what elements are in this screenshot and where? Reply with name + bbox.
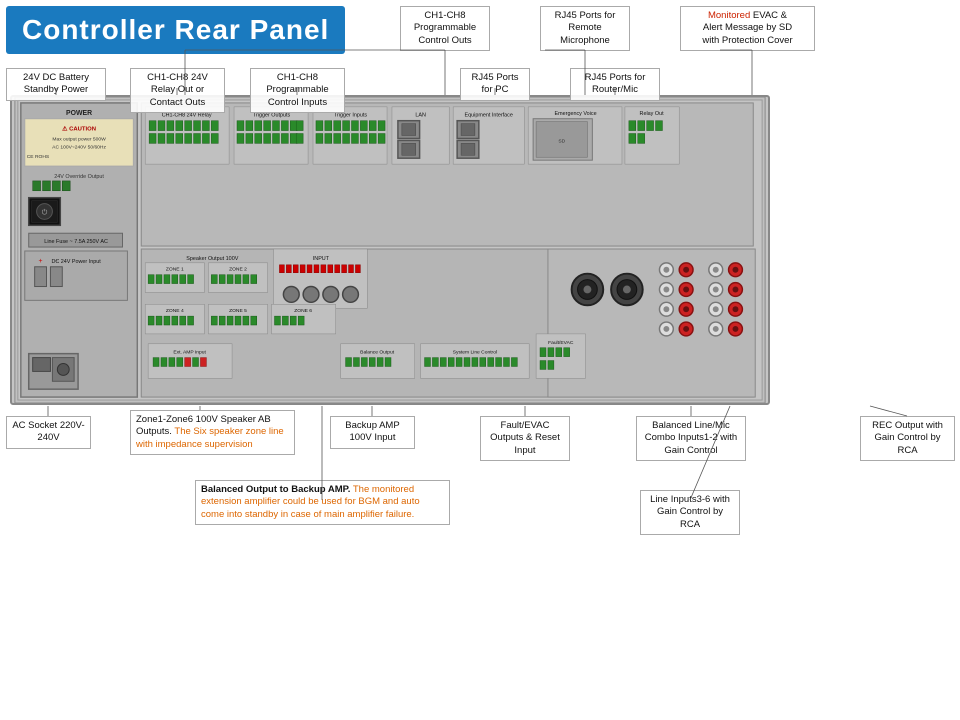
svg-text:System Line Control: System Line Control [453,350,497,356]
svg-text:AC 100V~240V 50/60Hz: AC 100V~240V 50/60Hz [52,144,106,150]
annotation-monitored-evac: Monitored EVAC &Alert Message by SDwith … [680,6,815,51]
svg-text:⏻: ⏻ [42,208,48,216]
annotation-24v-battery: 24V DC Battery Standby Power [6,68,106,101]
annotation-rec: REC Output with Gain Control by RCA [860,416,955,461]
panel-image: POWER ⚠ CAUTION Max output power 500W AC… [10,95,770,405]
page-title: Controller Rear Panel [22,14,329,45]
annotation-ch1-ch8-prog-outs: CH1-CH8 Programmable Control Outs [400,6,490,51]
title-box: Controller Rear Panel [6,6,345,54]
svg-text:ZONE 1: ZONE 1 [166,267,184,273]
svg-text:Equipment Interface: Equipment Interface [465,113,513,119]
annotation-line-inputs: Line Inputs3-6 with Gain Control by RCA [640,490,740,535]
svg-text:ZONE 4: ZONE 4 [166,308,184,314]
svg-text:Balance Output: Balance Output [360,350,395,356]
annotation-zone1-6: Zone1-Zone6 100V Speaker AB Outputs. The… [130,410,295,455]
svg-text:POWER: POWER [66,110,92,117]
annotation-fault-evac: Fault/EVAC Outputs & Reset Input [480,416,570,461]
annotation-rj45-router: RJ45 Ports for Router/Mic [570,68,660,101]
svg-text:ZONE 5: ZONE 5 [229,308,247,314]
svg-text:⚠ CAUTION: ⚠ CAUTION [62,126,96,133]
annotation-balanced: Balanced Line/Mic Combo Inputs1-2 with G… [636,416,746,461]
svg-text:INPUT: INPUT [313,256,330,262]
svg-text:Emergency Voice: Emergency Voice [555,111,597,117]
svg-text:SD: SD [558,138,565,144]
svg-text:Relay Out: Relay Out [640,111,665,117]
svg-text:24V Override Output: 24V Override Output [54,174,104,180]
monitored-label: Monitored [708,10,750,21]
annotation-balanced-output-detail: Balanced Output to Backup AMP. The monit… [195,480,450,525]
svg-text:Max output power 500W: Max output power 500W [52,136,106,142]
svg-text:CH1-CH8 24V Relay: CH1-CH8 24V Relay [162,113,212,119]
svg-text:Speaker Output 100V: Speaker Output 100V [186,256,238,262]
svg-text:Trigger Inputs: Trigger Inputs [334,113,367,119]
svg-text:ZONE 6: ZONE 6 [294,308,312,314]
annotation-backup-amp: Backup AMP 100V Input [330,416,415,449]
svg-text:Ext. AMP Input: Ext. AMP Input [173,350,206,356]
svg-text:ZONE 2: ZONE 2 [229,267,247,273]
svg-text:+: + [39,258,43,265]
svg-text:CE ROHS: CE ROHS [27,154,50,160]
svg-text:Fault/EVAC: Fault/EVAC [548,340,574,346]
annotation-rj45-remote-mic: RJ45 Ports for Remote Microphone [540,6,630,51]
annotation-ch1-ch8-relay: CH1-CH8 24V Relay Out or Contact Outs [130,68,225,113]
annotation-ac-socket: AC Socket 220V-240V [6,416,91,449]
annotation-ch1-ch8-inputs: CH1-CH8 Programmable Control Inputs [250,68,345,113]
svg-text:LAN: LAN [415,113,426,119]
svg-text:DC 24V Power Input: DC 24V Power Input [51,259,101,265]
panel-svg: POWER ⚠ CAUTION Max output power 500W AC… [12,97,768,403]
svg-text:Line Fuse ~ 7.5A 250V AC: Line Fuse ~ 7.5A 250V AC [44,239,108,245]
annotation-rj45-pc: RJ45 Ports for PC [460,68,530,101]
svg-text:Trigger Outputs: Trigger Outputs [253,113,291,119]
svg-text:-: - [55,258,57,265]
